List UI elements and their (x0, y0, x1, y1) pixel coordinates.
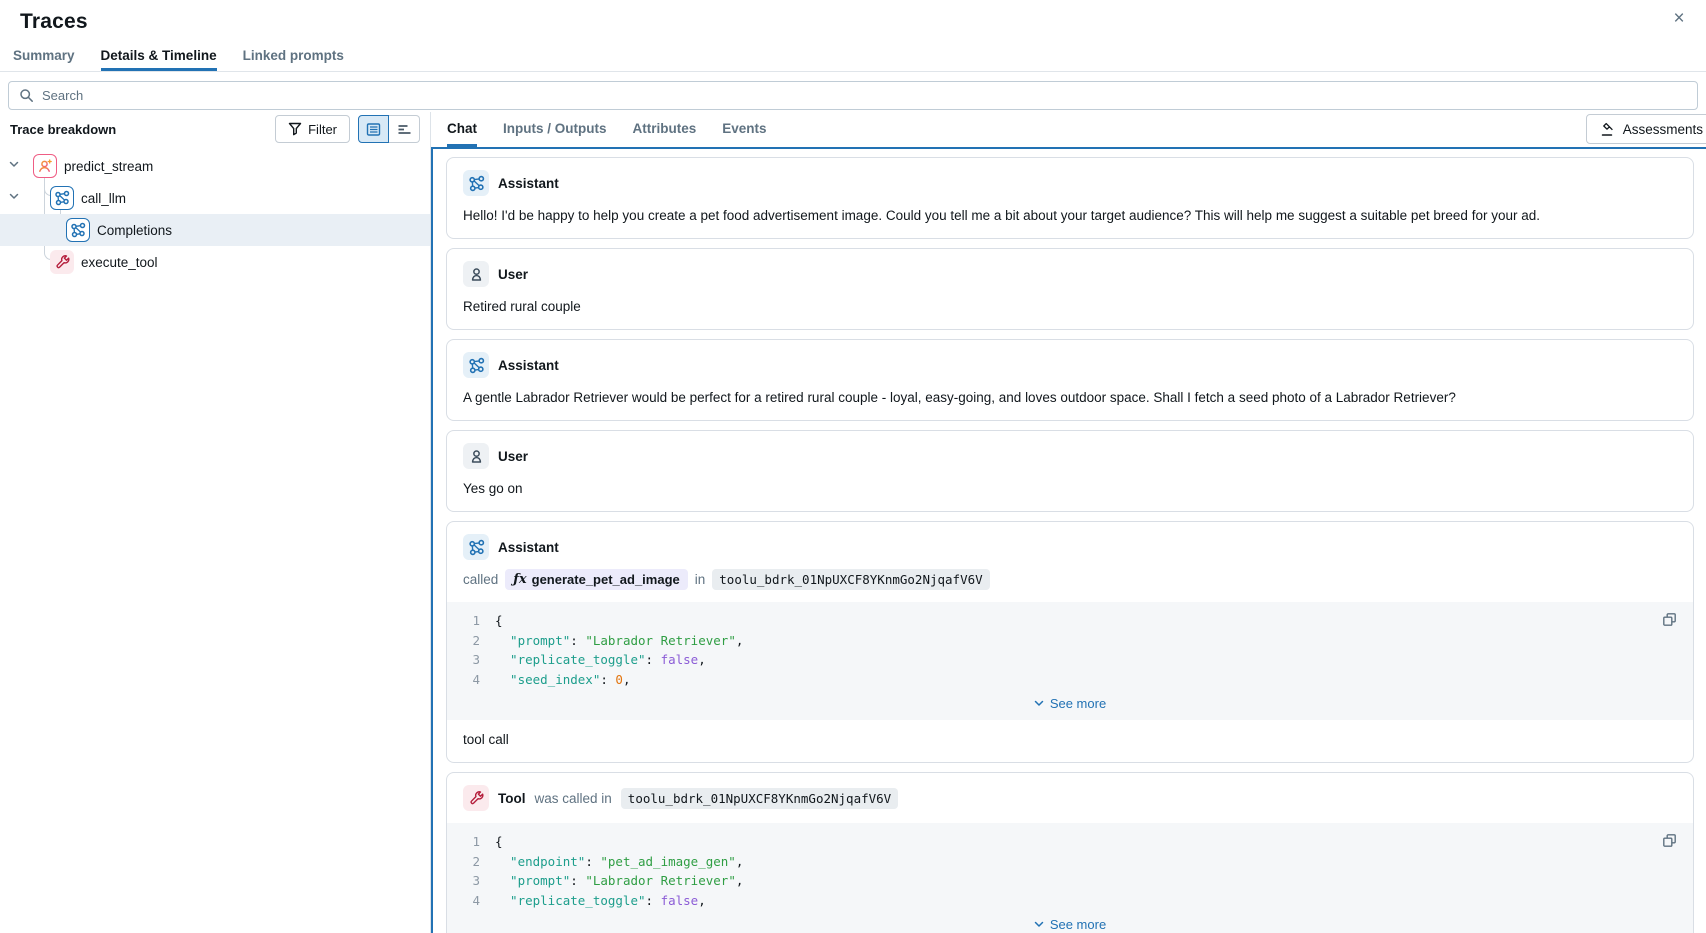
role-label: User (498, 449, 528, 464)
wrench-icon (50, 250, 74, 274)
model-icon (50, 186, 74, 210)
chat-message-user: User Retired rural couple (446, 248, 1694, 330)
timeline-view-toggle[interactable] (389, 115, 420, 143)
message-text: tool call (447, 720, 1693, 762)
chevron-down-icon[interactable] (9, 193, 19, 200)
function-name: generate_pet_ad_image (532, 572, 680, 587)
funnel-icon (288, 122, 302, 136)
search-box[interactable] (8, 81, 1698, 110)
tree-item-label: Completions (97, 223, 172, 238)
chevron-down-icon[interactable] (9, 161, 19, 168)
role-label: Tool (498, 791, 526, 806)
fx-icon: ƒx (513, 572, 526, 587)
code-line: 1{ (447, 832, 1693, 852)
gavel-icon (1601, 122, 1616, 137)
tree-view-toggle[interactable] (358, 115, 389, 143)
list-view-icon (366, 122, 381, 137)
chat-messages-panel: Assistant Hello! I'd be happy to help yo… (431, 147, 1706, 933)
trace-tree: predict_stream call_llm Completions exec… (0, 148, 430, 278)
tree-item-execute-tool[interactable]: execute_tool (0, 246, 430, 278)
top-tab-bar: Summary Details & Timeline Linked prompt… (0, 42, 1706, 72)
tab-summary[interactable]: Summary (13, 42, 75, 71)
code-line: 2 "prompt": "Labrador Retriever", (447, 631, 1693, 651)
tree-item-label: predict_stream (64, 159, 153, 174)
user-icon (463, 443, 489, 469)
tab-details-timeline[interactable]: Details & Timeline (101, 42, 217, 71)
page-title: Traces (20, 10, 1686, 34)
code-line: 3 "prompt": "Labrador Retriever", (447, 871, 1693, 891)
tab-events[interactable]: Events (722, 112, 766, 147)
copy-icon[interactable] (1660, 831, 1679, 850)
tool-call-id-badge: toolu_bdrk_01NpUXCF8YKnmGo2NjqafV6V (712, 569, 989, 590)
tab-linked-prompts[interactable]: Linked prompts (243, 42, 344, 71)
tool-call-id-badge: toolu_bdrk_01NpUXCF8YKnmGo2NjqafV6V (621, 788, 898, 809)
tool-call-args-code: 1{2 "prompt": "Labrador Retriever",3 "re… (447, 602, 1693, 720)
user-icon (463, 261, 489, 287)
chat-message-user: User Yes go on (446, 430, 1694, 512)
content-tab-bar: Chat Inputs / Outputs Attributes Events … (431, 112, 1706, 147)
filter-label: Filter (308, 122, 337, 137)
chevron-down-icon (1034, 921, 1044, 928)
assistant-model-icon (463, 352, 489, 378)
chat-message-assistant-tool-call: Assistant called ƒx generate_pet_ad_imag… (446, 521, 1694, 763)
assessments-button[interactable]: Assessments (1586, 114, 1706, 144)
in-label: in (695, 572, 706, 587)
search-row (8, 81, 1698, 110)
chat-message-tool: Tool was called in toolu_bdrk_01NpUXCF8Y… (446, 772, 1694, 933)
code-line: 1{ (447, 611, 1693, 631)
code-line: 3 "replicate_toggle": false, (447, 650, 1693, 670)
was-called-label: was called in (535, 791, 612, 806)
chat-message-assistant: Assistant Hello! I'd be happy to help yo… (446, 157, 1694, 239)
code-line: 4 "seed_index": 0, (447, 670, 1693, 690)
window-header: Traces × (0, 0, 1706, 42)
message-text: A gentle Labrador Retriever would be per… (447, 378, 1693, 420)
search-input[interactable] (42, 88, 1687, 103)
assessments-label: Assessments (1623, 122, 1703, 137)
code-line: 2 "endpoint": "pet_ad_image_gen", (447, 852, 1693, 872)
tab-chat[interactable]: Chat (447, 112, 477, 147)
copy-icon[interactable] (1660, 610, 1679, 629)
model-icon (66, 218, 90, 242)
wrench-icon (463, 785, 489, 811)
assistant-model-icon (463, 534, 489, 560)
role-label: Assistant (498, 176, 559, 191)
tree-item-call-llm[interactable]: call_llm (0, 182, 430, 214)
filter-button[interactable]: Filter (275, 115, 350, 143)
tree-item-completions[interactable]: Completions (0, 214, 430, 246)
chevron-down-icon (1034, 700, 1044, 707)
close-icon[interactable]: × (1666, 6, 1692, 32)
span-detail-panel: Chat Inputs / Outputs Attributes Events … (431, 112, 1706, 933)
called-label: called (463, 572, 498, 587)
trace-breakdown-panel: Trace breakdown Filter predict_ (0, 112, 431, 933)
agent-icon (33, 154, 57, 178)
see-more-label: See more (1050, 696, 1106, 711)
search-icon (19, 88, 34, 103)
see-more-label: See more (1050, 917, 1106, 932)
see-more-link[interactable]: See more (447, 689, 1693, 714)
role-label: User (498, 267, 528, 282)
gantt-icon (397, 122, 412, 137)
tool-result-code: 1{2 "endpoint": "pet_ad_image_gen",3 "pr… (447, 823, 1693, 933)
chat-message-assistant: Assistant A gentle Labrador Retriever wo… (446, 339, 1694, 421)
message-text: Retired rural couple (447, 287, 1693, 329)
assistant-model-icon (463, 170, 489, 196)
tree-item-label: call_llm (81, 191, 126, 206)
view-toggle-group (358, 115, 420, 143)
see-more-link[interactable]: See more (447, 910, 1693, 933)
role-label: Assistant (498, 358, 559, 373)
role-label: Assistant (498, 540, 559, 555)
code-line: 4 "replicate_toggle": false, (447, 891, 1693, 911)
tab-attributes[interactable]: Attributes (633, 112, 697, 147)
tree-item-predict-stream[interactable]: predict_stream (0, 150, 430, 182)
function-name-badge: ƒx generate_pet_ad_image (505, 569, 687, 590)
message-text: Hello! I'd be happy to help you create a… (447, 196, 1693, 238)
tree-item-label: execute_tool (81, 255, 158, 270)
trace-breakdown-title: Trace breakdown (10, 122, 275, 137)
tab-inputs-outputs[interactable]: Inputs / Outputs (503, 112, 607, 147)
message-text: Yes go on (447, 469, 1693, 511)
